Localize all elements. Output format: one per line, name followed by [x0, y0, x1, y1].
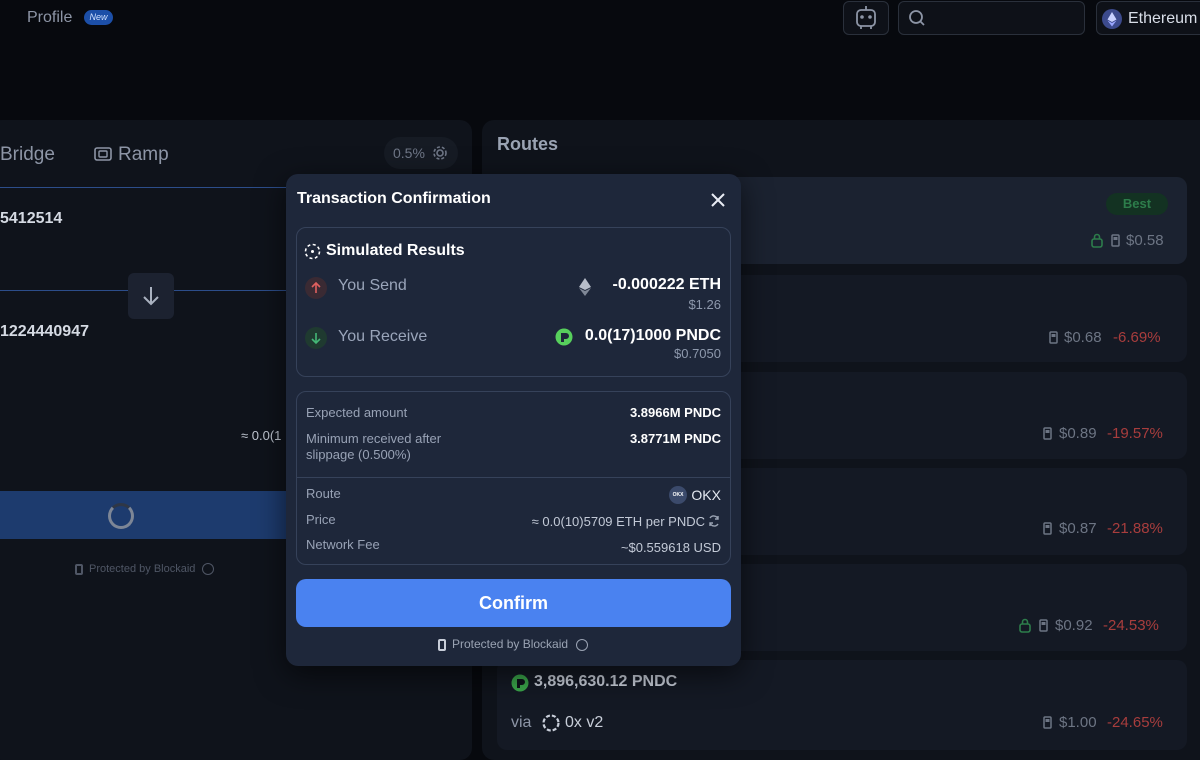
blockaid-icon: [438, 638, 446, 651]
route-amount: 3,896,630.12 PNDC: [534, 673, 678, 690]
send-arrow-icon: [305, 277, 327, 299]
price-label: Price: [306, 512, 336, 527]
protected-label: Protected by Blockaid: [452, 637, 569, 651]
protected-by-blockaid: Protected by Blockaid: [438, 637, 589, 651]
eth-icon: [579, 278, 591, 296]
gear-icon[interactable]: [432, 145, 448, 161]
best-badge: Best: [1106, 193, 1168, 215]
expected-amount-value: 3.8966M PNDC: [629, 405, 721, 420]
route-diff: -21.88%: [1107, 520, 1163, 537]
pndc-token-icon: [555, 328, 573, 346]
gas-icon: [1049, 331, 1058, 344]
new-badge: New: [84, 10, 113, 25]
tab-ramp[interactable]: Ramp: [118, 144, 169, 166]
receive-arrow-icon: [305, 327, 327, 349]
route-diff: -19.57%: [1107, 425, 1163, 442]
route-gas: $0.58: [1126, 232, 1164, 249]
route-diff: -6.69%: [1113, 329, 1161, 346]
rate-text: ≈ 0.0(1: [241, 428, 282, 443]
minimum-received-label: Minimum received after: [306, 431, 442, 446]
gas-icon: [1043, 522, 1052, 535]
expected-amount-label: Expected amount: [306, 405, 408, 420]
you-send-label: You Send: [338, 277, 407, 294]
route-value: OKX: [691, 487, 721, 503]
route-diff: -24.53%: [1103, 617, 1159, 634]
gas-icon: [1111, 234, 1120, 247]
send-amount[interactable]: 5412514: [0, 210, 62, 228]
receive-value: 0.0(17)1000 PNDC: [584, 327, 721, 344]
route-gas: $0.68: [1064, 329, 1102, 346]
info-icon[interactable]: [202, 563, 215, 576]
info-icon[interactable]: [576, 638, 589, 651]
0x-icon: [542, 714, 560, 732]
simulation-icon: [304, 243, 321, 260]
divider: [0, 187, 300, 188]
close-icon: [711, 193, 725, 207]
chain-label: Ethereum: [1128, 10, 1198, 27]
minimum-received-label-2: slippage (0.500%): [306, 447, 411, 462]
route-diff: -24.65%: [1107, 714, 1163, 731]
slippage-value: 0.5%: [393, 145, 425, 161]
nav-profile[interactable]: Profile: [27, 9, 72, 27]
gas-icon: [1043, 716, 1052, 729]
lock-icon: [1091, 233, 1103, 248]
okx-icon-text: OKX: [672, 492, 684, 498]
simulated-results-title: Simulated Results: [326, 242, 465, 259]
route-gas: $0.87: [1059, 520, 1097, 537]
routes-title: Routes: [497, 134, 559, 154]
send-value: -0.000222 ETH: [612, 276, 721, 293]
ethereum-icon: [1102, 9, 1122, 29]
send-usd: $1.26: [688, 297, 721, 312]
gas-icon: [1043, 427, 1052, 440]
network-fee-label: Network Fee: [306, 537, 380, 552]
confirm-button[interactable]: Confirm: [296, 579, 731, 627]
arrow-down-icon: [143, 287, 159, 306]
price-value: ≈ 0.0(10)5709 ETH per PNDC: [531, 514, 705, 529]
protected-label: Protected by Blockaid: [89, 563, 196, 575]
robot-button[interactable]: [843, 1, 889, 35]
route-gas: $1.00: [1059, 714, 1097, 731]
route-gas: $0.89: [1059, 425, 1097, 442]
minimum-received-value: 3.8771M PNDC: [629, 431, 721, 446]
refresh-icon[interactable]: [707, 514, 721, 528]
route-gas: $0.92: [1055, 617, 1093, 634]
search-input[interactable]: [898, 1, 1085, 35]
gas-icon: [1039, 619, 1048, 632]
pndc-token-icon: [511, 674, 529, 692]
tab-bridge[interactable]: Bridge: [0, 144, 55, 166]
swap-submit-button[interactable]: [0, 491, 300, 539]
route-via-prefix: via: [511, 714, 532, 731]
okx-icon: OKX: [669, 486, 687, 504]
ramp-icon: [94, 147, 112, 161]
swap-direction-button[interactable]: [128, 273, 174, 319]
you-receive-label: You Receive: [338, 328, 428, 345]
lock-icon: [1019, 618, 1031, 633]
route-via-name: 0x v2: [565, 714, 604, 731]
route-label: Route: [306, 486, 341, 501]
divider: [297, 477, 730, 478]
robot-icon: [856, 6, 876, 29]
network-fee-value: ~$0.559618 USD: [620, 540, 721, 555]
close-button[interactable]: [708, 190, 728, 210]
loading-spinner-icon: [108, 503, 134, 529]
blockaid-icon: [75, 563, 83, 575]
receive-usd: $0.7050: [674, 346, 721, 361]
protected-by-blockaid: Protected by Blockaid: [75, 563, 215, 576]
receive-amount: 1224440947: [0, 323, 89, 340]
modal-title: Transaction Confirmation: [297, 190, 491, 207]
search-icon: [909, 10, 925, 26]
